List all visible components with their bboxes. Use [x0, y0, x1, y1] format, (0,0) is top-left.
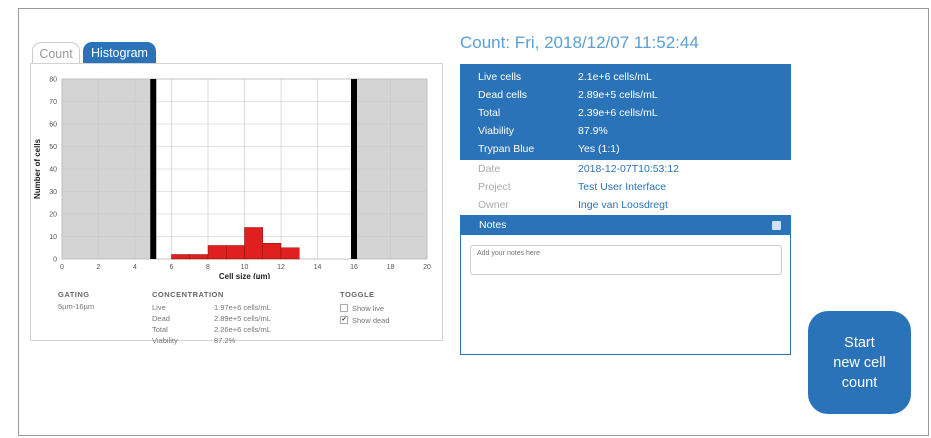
toggle-show-dead[interactable]: ✔ Show dead	[340, 314, 390, 326]
page-title: Count: Fri, 2018/12/07 11:52:44	[460, 33, 699, 52]
x-tick-label: 4	[133, 264, 137, 271]
tab-count[interactable]: Count	[32, 42, 80, 64]
y-tick-label: 70	[49, 99, 57, 106]
tab-histogram[interactable]: Histogram	[83, 42, 156, 64]
notes-title: Notes	[479, 219, 507, 231]
x-tick-label: 16	[350, 264, 358, 271]
gate-handle	[150, 79, 157, 259]
meta-row-project: Project Test User Interface	[460, 178, 791, 196]
meta-label: Date	[478, 163, 501, 175]
concentration-value: 87.2%	[214, 336, 236, 345]
toggle-show-live[interactable]: Show live	[340, 302, 390, 314]
x-tick-label: 10	[241, 264, 249, 271]
stat-row: Live cells 2.1e+6 cells/mL	[478, 68, 652, 86]
stat-row: Total 2.39e+6 cells/mL	[478, 104, 658, 122]
concentration-value: 2.26e+6 cells/mL	[214, 325, 271, 334]
x-tick-label: 20	[423, 264, 431, 271]
histogram-bar	[226, 245, 245, 260]
toggle-label: Show live	[352, 303, 385, 313]
histogram-bar	[171, 254, 190, 260]
x-tick-label: 8	[206, 264, 210, 271]
x-tick-label: 14	[314, 264, 322, 271]
y-tick-label: 60	[49, 122, 57, 129]
gating-section: GATING 5µm-16µm	[58, 290, 94, 311]
show-live-checkbox[interactable]	[340, 304, 348, 312]
x-axis-label: Cell size (µm)	[219, 272, 271, 279]
concentration-label: Live	[152, 303, 166, 312]
concentration-value: 1.97e+6 cells/mL	[214, 303, 271, 312]
y-tick-label: 50	[49, 144, 57, 151]
histogram-bar	[244, 227, 263, 260]
x-tick-label: 0	[60, 264, 64, 271]
concentration-header: CONCENTRATION	[152, 290, 224, 299]
stat-row: Viability 87.9%	[478, 122, 608, 140]
x-tick-label: 12	[277, 264, 285, 271]
toggle-header: TOGGLE	[340, 290, 375, 299]
stat-label: Viability	[478, 125, 514, 137]
stat-value: 87.9%	[578, 125, 608, 137]
start-new-count-button[interactable]: Start new cell count	[808, 311, 911, 414]
toggle-label: Show dead	[352, 315, 390, 325]
stat-value: 2.89e+5 cells/mL	[578, 89, 658, 101]
y-tick-label: 10	[49, 234, 57, 241]
concentration-label: Dead	[152, 314, 170, 323]
meta-value[interactable]: Inge van Loosdregt	[578, 196, 668, 214]
stat-row: Trypan Blue Yes (1:1)	[478, 140, 620, 158]
stat-value: Yes (1:1)	[578, 143, 620, 155]
y-tick-label: 0	[53, 257, 57, 264]
concentration-section: CONCENTRATION Live 1.97e+6 cells/mL Dead 2…	[152, 290, 271, 346]
stat-label: Trypan Blue	[478, 143, 535, 155]
histogram-chart: 0 10 20 30 40 50 60 70 80 0 2 4 6 8 10 12 14 16 18 20 Cell s…	[33, 77, 431, 280]
concentration-row: Dead 2.89e+5 cells/mL	[152, 313, 271, 324]
notes-input[interactable]	[470, 245, 782, 275]
histogram-bar	[189, 254, 209, 260]
meta-label: Owner	[478, 199, 509, 211]
y-tick-label: 20	[49, 212, 57, 219]
stat-value: 2.1e+6 cells/mL	[578, 71, 652, 83]
meta-label: Project	[478, 181, 511, 193]
histogram-bar	[262, 243, 282, 260]
stat-label: Dead cells	[478, 89, 528, 101]
meta-row-owner: Owner Inge van Loosdregt	[460, 196, 791, 214]
gating-header: GATING	[58, 290, 90, 299]
histogram-bar	[280, 247, 300, 260]
histogram-bar	[207, 245, 227, 260]
notes-header: Notes	[461, 216, 790, 235]
notes-panel: Notes	[460, 215, 791, 355]
concentration-row: Live 1.97e+6 cells/mL	[152, 302, 271, 313]
concentration-row: Viability 87.2%	[152, 335, 271, 346]
meta-row-date: Date 2018-12-07T10:53:12	[460, 160, 791, 178]
meta-value[interactable]: Test User Interface	[578, 178, 666, 196]
y-tick-label: 30	[49, 189, 57, 196]
stat-value: 2.39e+6 cells/mL	[578, 107, 658, 119]
histogram-panel: 0 10 20 30 40 50 60 70 80 0 2 4 6 8 10 12 14 16 18 20 Cell s…	[30, 63, 443, 345]
stat-label: Total	[478, 107, 501, 119]
stat-label: Live cells	[478, 71, 522, 83]
meta-value: 2018-12-07T10:53:12	[578, 163, 679, 175]
concentration-label: Total	[152, 325, 168, 334]
y-axis-label: Number of cells	[33, 138, 42, 199]
stat-row: Dead cells 2.89e+5 cells/mL	[478, 86, 658, 104]
y-tick-label: 80	[49, 77, 57, 84]
x-tick-label: 18	[387, 264, 395, 271]
concentration-row: Total 2.26e+6 cells/mL	[152, 324, 271, 335]
gate-handle	[351, 79, 357, 259]
y-tick-label: 40	[49, 167, 57, 174]
concentration-label: Viability	[152, 336, 178, 345]
save-icon[interactable]	[772, 221, 781, 230]
gating-value: 5µm-16µm	[58, 302, 95, 311]
concentration-value: 2.89e+5 cells/mL	[214, 314, 271, 323]
x-tick-label: 2	[97, 264, 101, 271]
stats-panel: Live cells 2.1e+6 cells/mL Dead cells 2.89…	[460, 64, 791, 160]
x-tick-label: 6	[170, 264, 174, 271]
toggle-section: TOGGLE Show live ✔ Show dead	[340, 290, 390, 326]
show-dead-checkbox[interactable]: ✔	[340, 316, 348, 324]
